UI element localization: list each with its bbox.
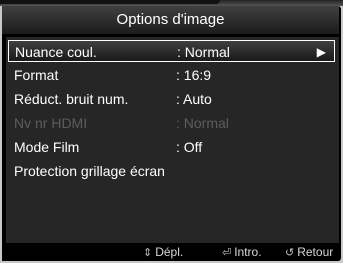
- menu-item-value: : Normal: [177, 44, 230, 60]
- enter-hint-label: Intro.: [234, 245, 262, 259]
- return-hint-label: Retour: [297, 245, 334, 259]
- menu-item-label: Nv nr HDMI: [14, 115, 88, 131]
- menu-item-label: Réduct. bruit num.: [14, 91, 129, 107]
- menu-item-label: Format: [14, 67, 59, 83]
- menu-item-value: : Off: [176, 139, 203, 155]
- menu-item-film-mode[interactable]: Mode Film : Off: [8, 136, 335, 158]
- return-icon: ↺: [285, 247, 295, 259]
- menu-item-label: Mode Film: [14, 139, 80, 155]
- move-hint: ⇕ Dépl.: [143, 243, 183, 262]
- menu-title: Options d'image: [2, 6, 339, 34]
- enter-hint: ⏎ Intro.: [222, 243, 262, 262]
- menu-item-hdmi-black-level: Nv nr HDMI : Normal: [8, 112, 335, 134]
- help-bar: ⇕ Dépl. ⏎ Intro. ↺ Retour: [2, 243, 339, 261]
- menu-item-label: Nuance coul.: [15, 44, 97, 60]
- enter-icon: ⏎: [222, 247, 232, 259]
- up-down-arrow-icon: ⇕: [143, 247, 153, 259]
- menu-item-color-tone[interactable]: Nuance coul. : Normal ▶: [8, 40, 335, 62]
- menu-item-value: : Normal: [176, 115, 229, 131]
- menu-list: Nuance coul. : Normal ▶ Format : 16:9 Ré…: [6, 37, 339, 243]
- move-hint-label: Dépl.: [155, 245, 184, 259]
- menu-item-screen-burn-protection[interactable]: Protection grillage écran: [8, 160, 335, 182]
- menu-item-value: : 16:9: [176, 67, 212, 83]
- menu-item-value: : Auto: [176, 91, 212, 107]
- submenu-arrow-icon: ▶: [316, 45, 326, 59]
- menu-item-label: Protection grillage écran: [14, 163, 165, 179]
- screen-top-notch: [0, 0, 220, 4]
- menu-item-format[interactable]: Format : 16:9: [8, 64, 335, 86]
- return-hint: ↺ Retour: [285, 243, 333, 262]
- menu-item-noise-reduction[interactable]: Réduct. bruit num. : Auto: [8, 88, 335, 110]
